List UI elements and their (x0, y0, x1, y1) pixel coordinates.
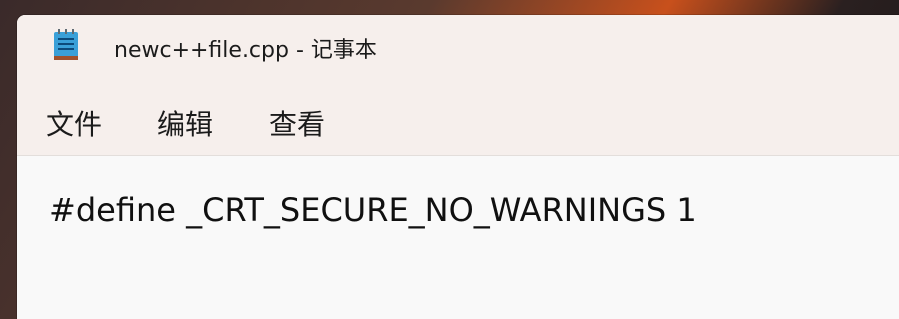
menu-file[interactable]: 文件 (46, 103, 102, 143)
menu-view[interactable]: 查看 (269, 103, 325, 143)
menu-edit[interactable]: 编辑 (157, 103, 213, 143)
notepad-icon (53, 29, 79, 61)
title-bar[interactable]: newc++file.cpp - 记事本 (17, 15, 899, 77)
notepad-window: newc++file.cpp - 记事本 文件 编辑 查看 #define _C… (17, 15, 899, 319)
text-editor[interactable]: #define _CRT_SECURE_NO_WARNINGS 1 (17, 156, 899, 319)
editor-line: #define _CRT_SECURE_NO_WARNINGS 1 (49, 191, 697, 229)
window-title: newc++file.cpp - 记事本 (114, 38, 377, 63)
menu-bar: 文件 编辑 查看 (17, 77, 899, 156)
